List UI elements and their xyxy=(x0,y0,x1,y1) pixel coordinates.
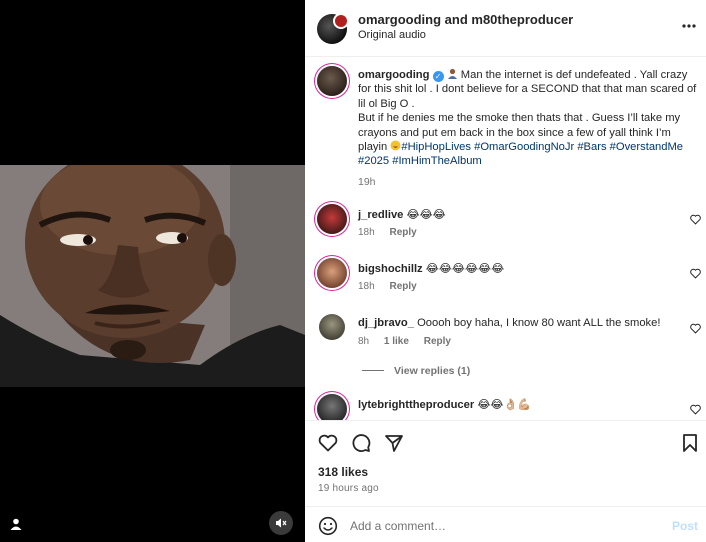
post-panel: omargooding and m80theproducer Original … xyxy=(305,0,706,542)
comment-text: Ooooh boy haha, I know 80 want ALL the s… xyxy=(417,317,661,329)
comment-item: j_redlive 😂😂😂 18h Reply xyxy=(305,204,706,254)
likes-count[interactable]: 318 likes xyxy=(318,465,368,479)
add-comment-bar: Post xyxy=(305,506,706,542)
heart-icon[interactable] xyxy=(690,268,701,279)
comment-username[interactable]: j_redlive xyxy=(358,209,403,221)
comment-icon[interactable] xyxy=(351,433,371,453)
comment-username[interactable]: lytebrighttheproducer xyxy=(358,399,474,411)
view-replies-label: View replies (1) xyxy=(394,365,471,377)
caption-username[interactable]: omargooding xyxy=(358,69,429,81)
post-photo xyxy=(0,165,305,387)
comment-item: lytebrighttheproducer 😂😂👌🏼💪🏼 xyxy=(305,394,706,420)
person-emoji-icon xyxy=(447,68,457,79)
laughing-emoji-icon xyxy=(390,140,401,151)
caption-avatar[interactable] xyxy=(317,66,347,96)
audio-label[interactable]: Original audio xyxy=(358,29,426,41)
comment-body: lytebrighttheproducer 😂😂👌🏼💪🏼 xyxy=(358,398,678,411)
collaborator-avatar[interactable] xyxy=(333,13,349,29)
comment-item: dj_jbravo_ Ooooh boy haha, I know 80 wan… xyxy=(305,313,706,363)
comment-body: j_redlive 😂😂😂 xyxy=(358,208,678,221)
post-button[interactable]: Post xyxy=(672,519,698,533)
comment-text: 😂😂😂😂😂😂 xyxy=(425,263,505,275)
comment-meta: 18h Reply xyxy=(358,227,429,238)
post-caption: omargooding ✓ Man the internet is def un… xyxy=(358,68,698,169)
heart-icon[interactable] xyxy=(690,404,701,415)
reply-button[interactable]: Reply xyxy=(424,336,451,347)
comment-likes[interactable]: 1 like xyxy=(384,336,409,347)
more-icon[interactable] xyxy=(681,19,697,33)
comment-time[interactable]: 18h xyxy=(358,227,375,238)
view-replies-button[interactable]: View replies (1) xyxy=(362,365,470,377)
comments-section[interactable]: omargooding ✓ Man the internet is def un… xyxy=(305,58,706,420)
caption-hashtags[interactable]: #HipHopLives #OmarGoodingNoJr #Bars #Ove… xyxy=(358,141,683,167)
verified-icon: ✓ xyxy=(432,71,444,82)
mute-icon xyxy=(276,518,287,528)
post-header: omargooding and m80theproducer Original … xyxy=(305,0,706,57)
user-icon[interactable] xyxy=(9,517,23,531)
comment-avatar[interactable] xyxy=(319,314,345,340)
comment-item: bigshochillz 😂😂😂😂😂😂 18h Reply xyxy=(305,258,706,308)
post-timestamp[interactable]: 19 hours ago xyxy=(318,483,379,494)
comment-avatar[interactable] xyxy=(317,258,347,288)
caption-timestamp[interactable]: 19h xyxy=(358,176,376,188)
comment-meta: 8h 1 like Reply xyxy=(358,336,463,347)
smile-icon[interactable] xyxy=(318,516,338,536)
comment-text: 😂😂😂 xyxy=(406,209,446,221)
heart-icon[interactable] xyxy=(690,323,701,334)
replies-divider xyxy=(362,370,384,371)
share-icon[interactable] xyxy=(384,433,404,453)
heart-icon[interactable] xyxy=(690,214,701,225)
reply-button[interactable]: Reply xyxy=(389,281,416,292)
comment-avatar[interactable] xyxy=(317,394,347,420)
post-authors[interactable]: omargooding and m80theproducer xyxy=(358,12,573,27)
mute-button[interactable] xyxy=(269,511,293,535)
comment-username[interactable]: bigshochillz xyxy=(358,263,423,275)
comment-body: bigshochillz 😂😂😂😂😂😂 xyxy=(358,262,678,275)
comment-meta: 18h Reply xyxy=(358,281,429,292)
reply-button[interactable]: Reply xyxy=(389,227,416,238)
comment-username[interactable]: dj_jbravo_ xyxy=(358,317,414,329)
photo-illustration xyxy=(0,165,305,387)
like-heart-icon[interactable] xyxy=(318,433,338,453)
comment-text: 😂😂👌🏼💪🏼 xyxy=(477,399,532,411)
post-actions: 318 likes 19 hours ago xyxy=(305,420,706,520)
bookmark-icon[interactable] xyxy=(680,433,700,453)
comment-avatar[interactable] xyxy=(317,204,347,234)
comment-time[interactable]: 8h xyxy=(358,336,369,347)
comment-input[interactable] xyxy=(350,515,650,537)
comment-body: dj_jbravo_ Ooooh boy haha, I know 80 wan… xyxy=(358,317,678,329)
comment-time[interactable]: 18h xyxy=(358,281,375,292)
media-pane[interactable] xyxy=(0,0,305,542)
